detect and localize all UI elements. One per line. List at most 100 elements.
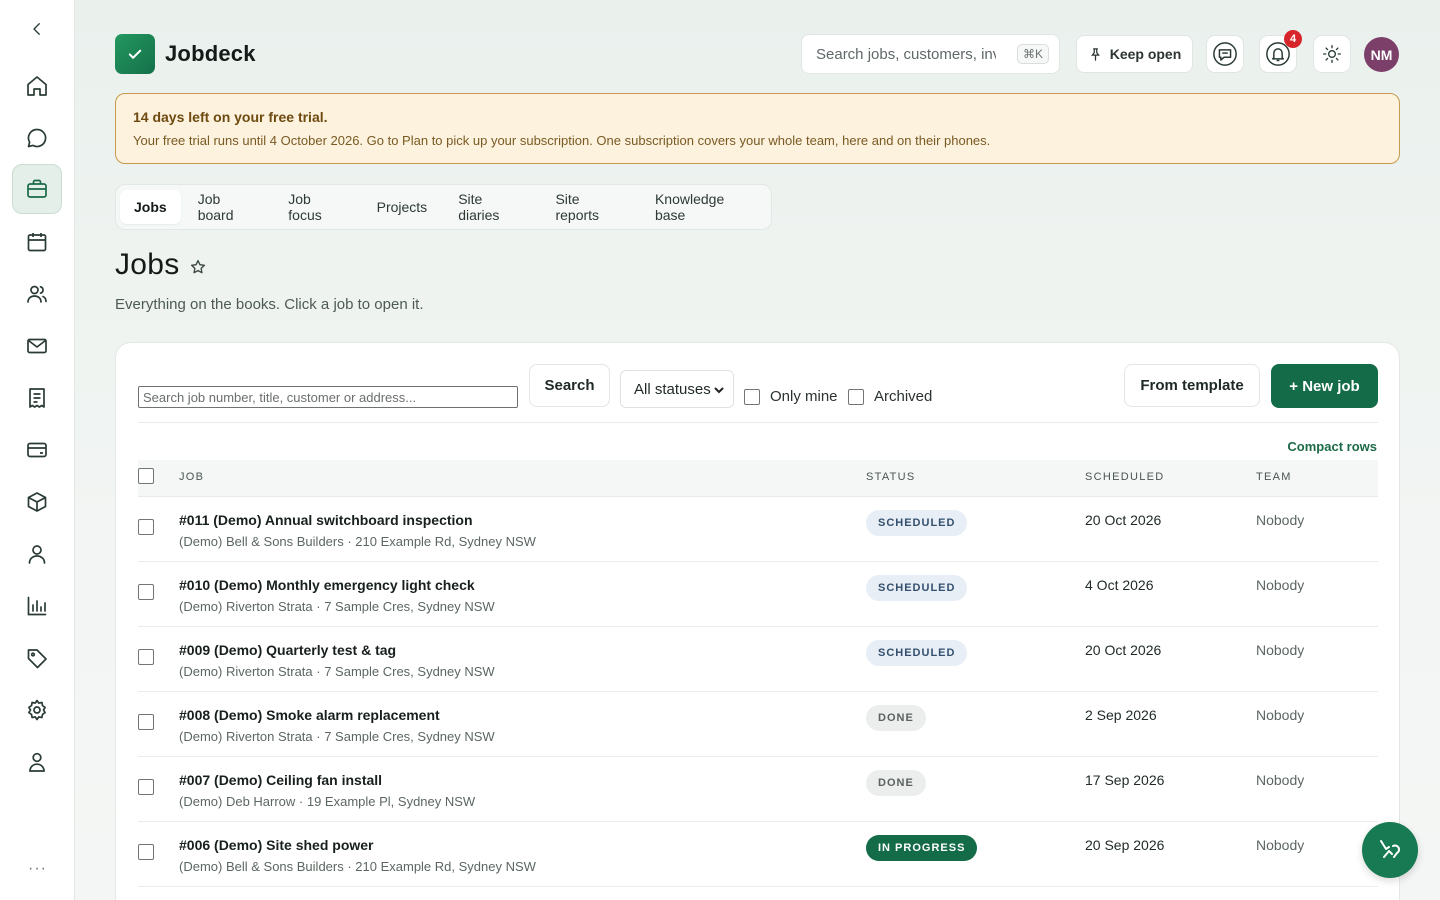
global-search[interactable]: ⌘K [801, 34, 1060, 74]
tab-site-reports[interactable]: Site reports [541, 182, 638, 232]
page-subtitle: Everything on the books. Click a job to … [115, 296, 424, 313]
chat-icon [27, 128, 47, 148]
bar-chart-icon [27, 596, 47, 616]
team-assignee: Nobody [1256, 707, 1305, 723]
assistant-fab-button[interactable] [1362, 822, 1418, 878]
team-assignee: Nobody [1256, 512, 1305, 528]
table-row[interactable]: #006 (Demo) Site shed power (Demo) Bell &… [138, 822, 1378, 887]
table-row[interactable]: #009 (Demo) Quarterly test & tag (Demo) R… [138, 627, 1378, 692]
status-filter-value: All statuses [634, 380, 711, 398]
row-checkbox[interactable] [138, 584, 154, 600]
scheduled-date: 4 Oct 2026 [1085, 577, 1154, 593]
tab-job-board[interactable]: Job board [184, 182, 272, 232]
table-row[interactable]: #010 (Demo) Monthly emergency light chec… [138, 562, 1378, 627]
column-header-scheduled[interactable]: SCHEDULED [1085, 471, 1165, 483]
home-icon [27, 76, 47, 96]
jobs-tabs: Jobs Job board Job focus Projects Site d… [115, 184, 772, 230]
job-customer-address: (Demo) Riverton Strata · 7 Sample Cres, … [179, 664, 495, 679]
sidebar-item-mail[interactable] [12, 321, 62, 371]
status-badge: DONE [866, 705, 926, 731]
sidebar-item-invoices[interactable] [12, 373, 62, 423]
mail-icon [27, 338, 47, 354]
sidebar-item-staff[interactable] [12, 529, 62, 579]
profile-icon [29, 752, 45, 772]
table-row[interactable]: #011 (Demo) Annual switchboard inspectio… [138, 497, 1378, 562]
sidebar-item-pricing[interactable] [12, 633, 62, 683]
row-checkbox[interactable] [138, 779, 154, 795]
favorite-star-icon[interactable] [189, 258, 207, 276]
table-row[interactable]: #008 (Demo) Smoke alarm replacement (Demo… [138, 692, 1378, 757]
only-mine-label: Only mine [770, 388, 838, 405]
job-title[interactable]: #008 (Demo) Smoke alarm replacement [179, 707, 440, 723]
user-avatar[interactable]: NM [1364, 37, 1399, 72]
search-button[interactable]: Search [529, 364, 610, 407]
app-logo[interactable]: Jobdeck [115, 34, 256, 74]
scheduled-date: 20 Sep 2026 [1085, 837, 1165, 853]
table-row[interactable]: #007 (Demo) Ceiling fan install (Demo) De… [138, 757, 1378, 822]
sidebar-item-customers[interactable] [12, 269, 62, 319]
tab-jobs[interactable]: Jobs [120, 190, 181, 224]
new-job-button[interactable]: + New job [1271, 364, 1378, 408]
notifications-button[interactable]: 4 [1259, 30, 1302, 73]
messages-button[interactable] [1206, 35, 1244, 73]
sidebar-item-reports[interactable] [12, 581, 62, 631]
job-title[interactable]: #009 (Demo) Quarterly test & tag [179, 642, 396, 658]
main-content: Jobdeck ⌘K Keep open 4 NM 14 days left o… [75, 0, 1440, 900]
app-name: Jobdeck [165, 41, 256, 66]
tab-site-diaries[interactable]: Site diaries [444, 182, 538, 232]
status-badge: SCHEDULED [866, 575, 968, 601]
archived-filter[interactable]: Archived [848, 388, 932, 405]
sidebar-item-settings[interactable] [12, 685, 62, 735]
collapse-sidebar-button[interactable] [12, 4, 62, 54]
team-assignee: Nobody [1256, 577, 1305, 593]
column-header-status[interactable]: STATUS [866, 471, 916, 483]
archived-checkbox[interactable] [848, 388, 864, 405]
only-mine-filter[interactable]: Only mine [744, 388, 838, 405]
sidebar-more[interactable]: ··· [0, 860, 75, 878]
tab-projects[interactable]: Projects [363, 190, 442, 224]
sidebar-item-inventory[interactable] [12, 477, 62, 527]
from-template-button[interactable]: From template [1124, 364, 1260, 407]
sidebar-item-messages[interactable] [12, 113, 62, 163]
job-search-input[interactable] [138, 386, 518, 408]
chevron-left-icon [33, 23, 40, 35]
scheduled-date: 17 Sep 2026 [1085, 772, 1165, 788]
column-header-job[interactable]: JOB [179, 471, 204, 483]
job-customer-address: (Demo) Bell & Sons Builders · 210 Exampl… [179, 534, 536, 549]
job-title[interactable]: #010 (Demo) Monthly emergency light chec… [179, 577, 475, 593]
row-checkbox[interactable] [138, 519, 154, 535]
row-checkbox[interactable] [138, 649, 154, 665]
briefcase-icon [27, 179, 47, 198]
job-customer-address: (Demo) Riverton Strata · 7 Sample Cres, … [179, 599, 495, 614]
only-mine-checkbox[interactable] [744, 388, 760, 405]
job-title[interactable]: #007 (Demo) Ceiling fan install [179, 772, 382, 788]
row-checkbox[interactable] [138, 844, 154, 860]
keep-open-button[interactable]: Keep open [1076, 35, 1193, 73]
sidebar-item-calendar[interactable] [12, 217, 62, 267]
select-all-checkbox[interactable] [138, 468, 154, 484]
sidebar-item-payments[interactable] [12, 425, 62, 475]
trial-banner: 14 days left on your free trial. Your fr… [115, 93, 1400, 164]
theme-toggle-button[interactable] [1313, 35, 1351, 73]
sidebar-item-jobs[interactable] [12, 164, 62, 214]
job-title[interactable]: #011 (Demo) Annual switchboard inspectio… [179, 512, 473, 528]
sidebar-item-account[interactable] [12, 737, 62, 787]
tab-knowledge-base[interactable]: Knowledge base [641, 182, 768, 232]
status-filter-select[interactable]: All statuses [620, 370, 734, 408]
toolbar-divider [138, 422, 1378, 423]
global-search-input[interactable] [816, 45, 996, 63]
archived-label: Archived [874, 388, 933, 405]
job-customer-address: (Demo) Bell & Sons Builders · 210 Exampl… [179, 859, 536, 874]
table-header: JOB STATUS SCHEDULED TEAM [138, 460, 1378, 497]
compact-rows-toggle[interactable]: Compact rows [1287, 439, 1377, 454]
trial-title: 14 days left on your free trial. [133, 109, 328, 125]
row-checkbox[interactable] [138, 714, 154, 730]
trial-body: Your free trial runs until 4 October 202… [133, 133, 991, 148]
users-icon [27, 285, 47, 303]
tab-job-focus[interactable]: Job focus [274, 182, 359, 232]
sun-icon [1323, 45, 1341, 63]
sidebar-item-home[interactable] [12, 61, 62, 111]
column-header-team[interactable]: TEAM [1256, 471, 1292, 483]
job-title[interactable]: #006 (Demo) Site shed power [179, 837, 374, 853]
notification-count-badge: 4 [1284, 30, 1302, 48]
